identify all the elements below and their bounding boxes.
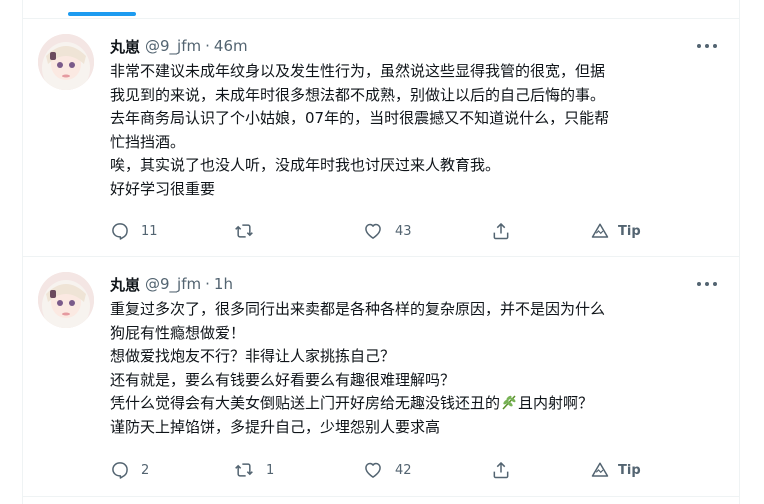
share-icon [493,462,509,479]
tweet-actions: 11 43 Tip [110,220,670,242]
display-name[interactable]: 丸崽 [110,274,140,295]
retweet-count: 1 [266,462,275,478]
tweet-text: 重复过多次了，很多同行出来卖都是各种各样的复杂原因，并不是因为什么 狗屁有性瘾想… [110,298,725,440]
tip-button[interactable]: Tip [591,459,641,481]
tip-label: Tip [618,223,641,239]
tweet-header: 丸崽 @9_jfm · 1h [110,273,233,295]
tweet-text-segment: 且内射啊？ [518,394,594,413]
share-icon [493,223,509,240]
tip-icon [591,462,609,477]
like-icon [365,223,381,239]
retweet-button[interactable] [233,220,266,242]
tweet-text-line: 我见到的来说，未成年时很多想法都不成熟，别做让以后的自己后悔的事。 [110,85,606,104]
timestamp[interactable]: 1h [214,275,233,293]
tip-icon [591,223,609,238]
timestamp[interactable]: 46m [214,37,248,55]
tweet-text-line: 忙挡挡酒。 [110,132,186,151]
like-icon [365,462,381,478]
header-separator: · [205,275,210,293]
user-handle[interactable]: @9_jfm [145,275,201,293]
like-button[interactable]: 43 [362,220,412,242]
active-tab-indicator [68,12,136,16]
retweet-button[interactable]: 1 [233,459,274,481]
divider [22,496,739,497]
share-button[interactable] [491,459,511,481]
retweet-icon [235,224,253,238]
reply-icon [112,462,128,479]
tweet[interactable]: 丸崽 @9_jfm · 46m 非常不建议未成年纹身以及发生性行为，虽然说这些显… [22,19,739,256]
tweet-text-line: 谨防天上掉馅饼，多提升自己，少埋怨别人要求高 [110,417,441,436]
more-icon[interactable] [697,38,717,54]
more-icon[interactable] [697,276,717,292]
retweet-icon [235,463,253,477]
reply-count: 2 [141,462,150,478]
timeline-border-right [739,0,740,504]
timeline: 丸崽 @9_jfm · 46m 非常不建议未成年纹身以及发生性行为，虽然说这些显… [0,0,764,504]
tweet-text-line: 还有就是，要么有钱要么好看要么有趣很难理解吗？ [110,370,456,389]
tweet-actions: 2 1 42 Tip [110,459,670,481]
tip-button[interactable]: Tip [591,220,641,242]
reply-button[interactable]: 2 [110,459,149,481]
tweet-text-line-with-emoji: 凭什么觉得会有大美女倒贴送上门开好房给无趣没钱还丑的 且内射啊？ [110,392,725,416]
user-handle[interactable]: @9_jfm [145,37,201,55]
tweet-header: 丸崽 @9_jfm · 46m [110,35,248,57]
tip-label: Tip [618,462,641,478]
share-button[interactable] [491,220,511,242]
avatar[interactable] [38,272,94,328]
tweet-text: 非常不建议未成年纹身以及发生性行为，虽然说这些显得我管的很宽，但据 我见到的来说… [110,60,725,202]
reply-button[interactable]: 11 [110,220,158,242]
avatar[interactable] [38,34,94,90]
like-button[interactable]: 42 [362,459,412,481]
tweet-text-segment: 凭什么觉得会有大美女倒贴送上门开好房给无趣没钱还丑的 [110,394,501,413]
tweet[interactable]: 丸崽 @9_jfm · 1h 重复过多次了，很多同行出来卖都是各种各样的复杂原因… [22,257,739,496]
like-count: 43 [395,223,412,239]
tweet-text-line: 好好学习很重要 [110,179,216,198]
tweet-text-line: 狗屁有性瘾想做爱！ [110,323,246,342]
tweet-text-line: 重复过多次了，很多同行出来卖都是各种各样的复杂原因，并不是因为什么 [110,300,606,318]
reply-icon [112,223,128,240]
tweet-text-line: 想做爱找炮友不行？非得让人家挑拣自己？ [110,347,396,366]
like-count: 42 [395,462,412,478]
herb-emoji [502,395,516,410]
reply-count: 11 [141,223,158,239]
tweet-text-line: 非常不建议未成年纹身以及发生性行为，虽然说这些显得我管的很宽，但据 [110,62,606,80]
display-name[interactable]: 丸崽 [110,36,140,57]
tweet-text-line: 去年商务局认识了个小姑娘，07年的，当时很震撼又不知道说什么，只能帮 [110,109,610,128]
header-separator: · [205,37,210,55]
tweet-text-line: 唉，其实说了也没人听，没成年时我也讨厌过来人教育我。 [110,156,501,175]
